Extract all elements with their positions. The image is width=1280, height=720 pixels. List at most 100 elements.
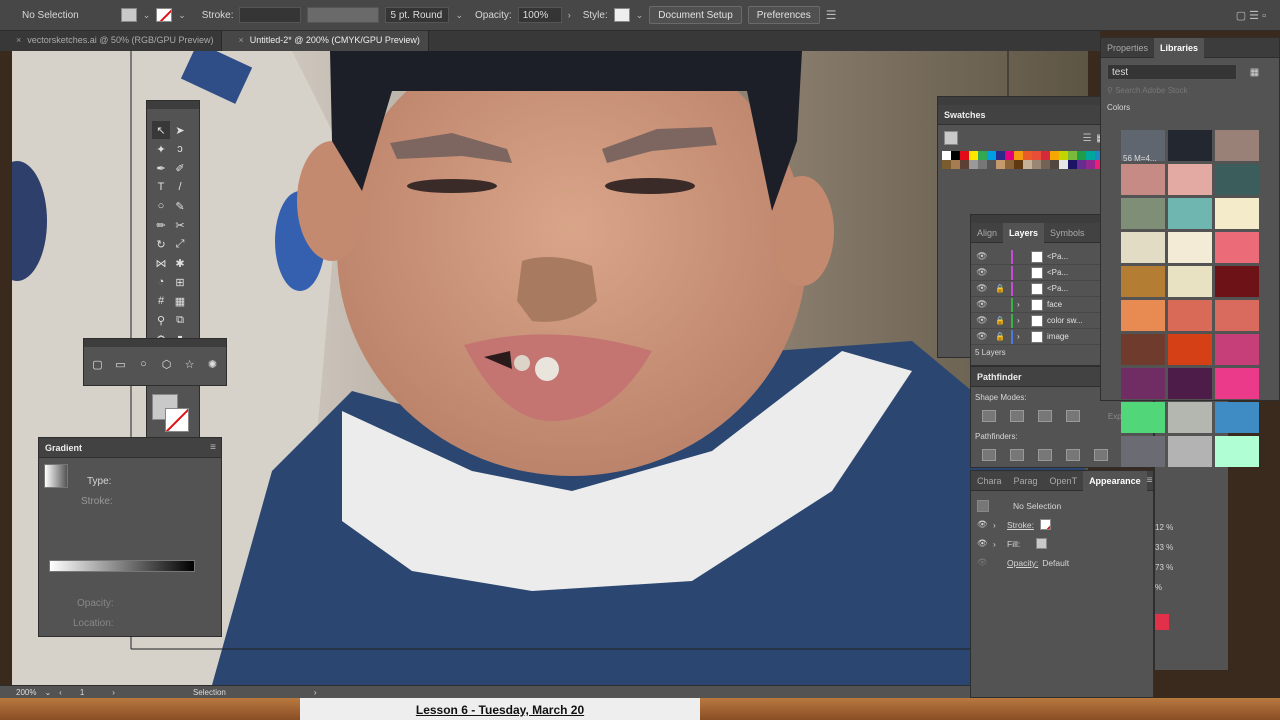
- library-color-swatch[interactable]: [1121, 164, 1165, 195]
- width-tool-icon[interactable]: ⋈: [152, 254, 170, 272]
- gradient-preview[interactable]: [44, 464, 68, 488]
- scissors-tool-icon[interactable]: ✂: [171, 216, 189, 234]
- tab-appearance[interactable]: Appearance: [1083, 470, 1147, 491]
- library-color-swatch[interactable]: [1215, 334, 1259, 365]
- arrange-icon[interactable]: ☰: [826, 8, 837, 22]
- panel-menu-icon[interactable]: ≡: [1147, 475, 1153, 486]
- tab-align[interactable]: Align: [971, 223, 1003, 243]
- lasso-tool-icon[interactable]: ↄ: [171, 140, 189, 158]
- library-color-swatch[interactable]: [1168, 198, 1212, 229]
- opacity-attribute[interactable]: Opacity:: [1007, 558, 1038, 568]
- stroke-dropdown-icon[interactable]: ⌄: [178, 10, 186, 21]
- mesh-tool-icon[interactable]: #: [152, 292, 170, 310]
- swatch-fill-preview[interactable]: [944, 131, 958, 145]
- library-color-swatch[interactable]: [1121, 368, 1165, 399]
- style-dropdown-icon[interactable]: ⌄: [636, 10, 644, 21]
- shape-builder-tool-icon[interactable]: ◔: [152, 273, 170, 291]
- expand-arrow-icon[interactable]: ›: [993, 539, 1007, 549]
- library-color-swatch[interactable]: [1215, 164, 1259, 195]
- library-color-swatch[interactable]: [1121, 402, 1165, 433]
- perspective-tool-icon[interactable]: ⊞: [171, 273, 189, 291]
- library-color-swatch[interactable]: [1168, 300, 1212, 331]
- unite-button[interactable]: [982, 410, 996, 422]
- fill-attribute[interactable]: Fill:: [1007, 539, 1020, 549]
- type-tool-icon[interactable]: T: [152, 178, 170, 196]
- stroke-attribute[interactable]: Stroke:: [1007, 520, 1034, 530]
- stroke-weight-field[interactable]: [239, 7, 302, 23]
- trim-button[interactable]: [1010, 449, 1024, 461]
- eye-icon[interactable]: 👁: [971, 267, 993, 278]
- style-swatch[interactable]: [613, 8, 630, 22]
- library-color-swatch[interactable]: [1121, 266, 1165, 297]
- line-tool-icon[interactable]: /: [171, 178, 189, 196]
- grid-view-icon[interactable]: ▦: [1250, 67, 1259, 78]
- minus-front-button[interactable]: [1010, 410, 1024, 422]
- panel-menu-icon[interactable]: ≡: [210, 442, 216, 453]
- lock-icon[interactable]: 🔒: [993, 284, 1007, 293]
- ellipse-tool-icon[interactable]: ○: [136, 355, 151, 373]
- list-view-icon[interactable]: ☰: [1083, 133, 1092, 144]
- variable-width-field[interactable]: [307, 7, 380, 23]
- gradient-slider[interactable]: [49, 560, 195, 572]
- fill-dropdown-icon[interactable]: ⌄: [143, 10, 151, 21]
- curvature-tool-icon[interactable]: ✐: [171, 159, 189, 177]
- artboard-number[interactable]: 1: [80, 688, 84, 697]
- tab-vectorsketches[interactable]: × vectorsketches.ai @ 50% (RGB/GPU Previe…: [0, 31, 223, 51]
- polygon-tool-icon[interactable]: ⬡: [159, 355, 174, 373]
- eyedropper-tool-icon[interactable]: ⚲: [152, 311, 170, 329]
- scale-tool-icon[interactable]: ⤢: [171, 235, 189, 253]
- library-color-swatch[interactable]: [1168, 334, 1212, 365]
- library-color-swatch[interactable]: [1121, 232, 1165, 263]
- expand-arrow-icon[interactable]: ›: [1017, 332, 1027, 341]
- merge-button[interactable]: [1038, 449, 1052, 461]
- library-color-swatch[interactable]: [1121, 436, 1165, 467]
- tab-libraries[interactable]: Libraries: [1154, 37, 1205, 58]
- crop-button[interactable]: [1066, 449, 1080, 461]
- brush-dropdown-icon[interactable]: ⌄: [455, 10, 463, 21]
- eye-icon[interactable]: 👁: [971, 251, 993, 262]
- swatch-grid[interactable]: [938, 151, 1116, 169]
- stroke-swatch[interactable]: [156, 8, 173, 22]
- pencil-tool-icon[interactable]: ✏: [152, 216, 170, 234]
- library-color-swatch[interactable]: [1168, 266, 1212, 297]
- zoom-level[interactable]: 200%: [16, 688, 36, 697]
- ellipse-tool-icon[interactable]: ○: [152, 197, 170, 215]
- tab-paragraph[interactable]: Parag: [1008, 471, 1044, 491]
- library-color-swatch[interactable]: [1168, 368, 1212, 399]
- close-tab-icon[interactable]: ×: [16, 35, 21, 45]
- fill-stroke-widget[interactable]: [147, 392, 199, 436]
- flare-tool-icon[interactable]: ✺: [205, 355, 220, 373]
- expand-arrow-icon[interactable]: ›: [1017, 316, 1027, 325]
- lock-icon[interactable]: 🔒: [993, 316, 1007, 325]
- tab-untitled-2[interactable]: × Untitled-2* @ 200% (CMYK/GPU Preview): [222, 31, 429, 51]
- library-color-swatch[interactable]: [1168, 164, 1212, 195]
- prev-artboard-icon[interactable]: ‹: [59, 688, 62, 697]
- fill-swatch[interactable]: [120, 8, 137, 22]
- stroke-attribute-swatch[interactable]: [1039, 519, 1051, 530]
- expand-arrow-icon[interactable]: ›: [1017, 300, 1027, 309]
- blend-tool-icon[interactable]: ⧉: [171, 311, 189, 329]
- library-color-swatch[interactable]: [1168, 436, 1212, 467]
- library-color-swatch[interactable]: [1168, 130, 1212, 161]
- next-artboard-icon[interactable]: ›: [112, 688, 115, 697]
- zoom-dropdown-icon[interactable]: ⌄: [44, 688, 51, 697]
- eye-icon[interactable]: 👁: [971, 299, 993, 310]
- gradient-tool-icon[interactable]: ▦: [171, 292, 189, 310]
- eye-icon[interactable]: 👁: [977, 557, 1007, 568]
- outline-button[interactable]: [1094, 449, 1108, 461]
- eye-icon[interactable]: 👁: [971, 331, 993, 342]
- library-color-swatch[interactable]: [1215, 232, 1259, 263]
- intersect-button[interactable]: [1038, 410, 1052, 422]
- tab-symbols[interactable]: Symbols: [1044, 223, 1091, 243]
- library-color-swatch[interactable]: [1215, 198, 1259, 229]
- library-color-swatch[interactable]: [1121, 300, 1165, 331]
- selection-tool-icon[interactable]: ↖: [152, 121, 170, 139]
- library-color-swatch[interactable]: [1121, 334, 1165, 365]
- tools-panel-header[interactable]: [147, 101, 199, 109]
- library-color-swatch[interactable]: [1215, 368, 1259, 399]
- tab-layers[interactable]: Layers: [1003, 222, 1045, 243]
- stock-search-input[interactable]: ⚲ Search Adobe Stock: [1107, 86, 1273, 95]
- brush-field[interactable]: 5 pt. Round: [385, 7, 450, 23]
- magic-wand-tool-icon[interactable]: ✦: [152, 140, 170, 158]
- document-setup-button[interactable]: Document Setup: [649, 6, 742, 24]
